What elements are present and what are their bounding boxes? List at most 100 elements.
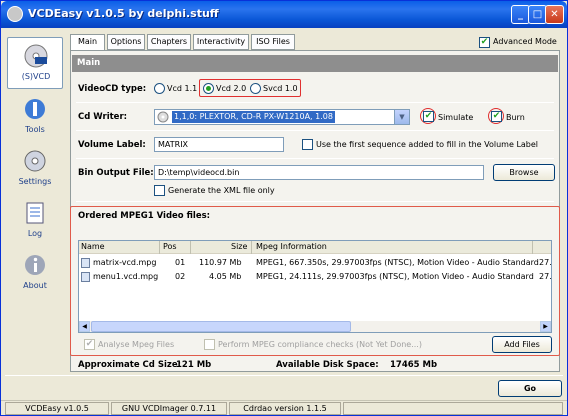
tab-iso-files[interactable]: ISO Files (251, 34, 295, 50)
divider (76, 102, 554, 103)
column-divider (251, 241, 252, 254)
table-row[interactable]: matrix-vcd.mpg 01 110.97 Mb MPEG1, 667.3… (79, 257, 551, 269)
column-header-pos[interactable]: Pos (163, 241, 177, 253)
title-bar[interactable]: VCDEasy v1.0.5 by delphi.stuff _ □ ✕ (1, 1, 567, 28)
status-bar: VCDEasy v1.0.5 GNU VCDImager 0.7.11 Cdrd… (1, 400, 567, 416)
file-name: matrix-vcd.mpg (93, 258, 157, 267)
videocd-type-label: VideoCD type: (78, 84, 147, 94)
nav-item-about[interactable]: About (7, 247, 63, 299)
nav-label: Settings (18, 177, 52, 186)
tab-interactivity[interactable]: Interactivity (193, 34, 249, 50)
tab-main[interactable]: Main (70, 34, 105, 51)
nav-item-log[interactable]: Log (7, 195, 63, 247)
nav-label: (S)VCD (21, 72, 51, 81)
use-first-sequence-label: Use the first sequence added to fill in … (316, 140, 539, 149)
divider (5, 375, 563, 376)
tab-options[interactable]: Options (107, 34, 145, 50)
radio-vcd11[interactable] (154, 83, 165, 94)
cd-writer-value: 1,1,0: PLEXTOR, CD-R PX-W1210A, 1.08 (172, 111, 335, 123)
divider (76, 201, 554, 202)
burn-checkbox[interactable]: ✔ (491, 111, 502, 122)
table-row[interactable]: menu1.vcd.mpg 02 4.05 Mb MPEG1, 24.111s,… (79, 271, 552, 283)
compliance-label: Perform MPEG compliance checks (Not Yet … (218, 340, 422, 349)
column-divider (190, 241, 191, 254)
mpeg-files-list[interactable]: Name Pos Size Mpeg Information matrix-vc… (78, 240, 552, 333)
scroll-left-icon[interactable]: ◀ (79, 321, 90, 332)
file-mpeg-info: MPEG1, 667.350s, 29.97003fps (NTSC), Mot… (256, 258, 539, 267)
file-mpeg-info: MPEG1, 24.111s, 29.97003fps (NTSC), Moti… (256, 272, 534, 281)
app-cd-icon (7, 6, 23, 22)
column-divider (159, 241, 160, 254)
use-first-sequence-checkbox[interactable] (302, 139, 313, 150)
bin-output-label: Bin Output File: (78, 168, 154, 178)
radio-vcd11-label: Vcd 1.1 (167, 84, 198, 93)
video-file-icon (81, 258, 90, 268)
info-icon (25, 255, 45, 275)
simulate-checkbox[interactable]: ✔ (423, 111, 434, 122)
nav-item-tools[interactable]: Tools (7, 91, 63, 143)
simulate-label: Simulate (438, 113, 474, 122)
nav-label: Tools (25, 125, 45, 134)
radio-vcd20-label: Vcd 2.0 (216, 84, 247, 93)
volume-label-label: Volume Label: (78, 140, 146, 150)
list-header: Name Pos Size Mpeg Information (79, 241, 551, 254)
status-cdrdao: Cdrdao version 1.1.5 (229, 402, 341, 415)
left-nav: (S)VCD Tools Settings Log About (7, 33, 63, 367)
radio-vcd20[interactable] (203, 83, 214, 94)
mpeg-files-title: Ordered MPEG1 Video files: (78, 211, 211, 221)
tools-icon (25, 99, 45, 119)
column-header-name[interactable]: Name (81, 241, 105, 253)
cd-icon (24, 44, 48, 68)
divider (76, 130, 554, 131)
file-pos: 01 (175, 258, 186, 267)
column-header-mpeg-info[interactable]: Mpeg Information (256, 241, 327, 253)
disk-space-label: Available Disk Space: (276, 360, 379, 370)
scroll-thumb[interactable] (91, 321, 351, 332)
add-files-button[interactable]: Add Files (492, 336, 552, 353)
file-size: 4.05 Mb (209, 272, 242, 281)
app-window: VCDEasy v1.0.5 by delphi.stuff _ □ ✕ (S)… (0, 0, 568, 416)
window-title: VCDEasy v1.0.5 by delphi.stuff (28, 7, 219, 20)
tab-chapters[interactable]: Chapters (147, 34, 191, 50)
cd-size-value: 121 Mb (176, 360, 212, 370)
cd-drive-icon (157, 111, 169, 123)
volume-label-input[interactable]: MATRIX (154, 137, 284, 152)
settings-icon (24, 150, 46, 172)
divider (76, 158, 554, 159)
status-vcdimager: GNU VCDImager 0.7.11 (111, 402, 227, 415)
analyse-mpeg-label: Analyse Mpeg Files (98, 340, 175, 349)
column-divider (532, 241, 533, 254)
compliance-checkbox[interactable] (204, 339, 215, 350)
horizontal-scrollbar[interactable]: ◀ ▶ (79, 321, 551, 332)
file-size: 110.97 Mb (199, 258, 242, 267)
nav-label: About (23, 281, 47, 290)
radio-svcd10[interactable] (250, 83, 261, 94)
disk-space-value: 17465 Mb (390, 360, 438, 370)
cd-writer-select[interactable]: 1,1,0: PLEXTOR, CD-R PX-W1210A, 1.08 ▼ (154, 109, 410, 125)
status-empty (343, 402, 563, 415)
nav-item-settings[interactable]: Settings (7, 143, 63, 195)
advanced-mode-label: Advanced Mode (493, 37, 557, 46)
nav-item-svcd[interactable]: (S)VCD (7, 37, 63, 89)
file-extra: 27. (539, 272, 552, 281)
file-pos: 02 (175, 272, 186, 281)
nav-label: Log (27, 229, 43, 238)
radio-svcd10-label: Svcd 1.0 (263, 84, 298, 93)
advanced-mode-checkbox[interactable]: ✔ (479, 37, 490, 48)
section-header: Main (72, 55, 558, 72)
close-button[interactable]: ✕ (545, 5, 564, 24)
browse-button[interactable]: Browse (493, 164, 555, 181)
go-button[interactable]: Go (498, 380, 562, 397)
burn-label: Burn (506, 113, 525, 122)
log-icon (26, 202, 44, 224)
cd-size-label: Approximate Cd Size: (78, 360, 181, 370)
scroll-right-icon[interactable]: ▶ (540, 321, 551, 332)
bin-output-input[interactable]: D:\temp\videocd.bin (154, 165, 484, 180)
status-version: VCDEasy v1.0.5 (5, 402, 109, 415)
file-name: menu1.vcd.mpg (93, 272, 159, 281)
column-header-size[interactable]: Size (231, 241, 247, 253)
xml-only-checkbox[interactable] (154, 185, 165, 196)
video-file-icon (81, 272, 90, 282)
analyse-mpeg-checkbox[interactable]: ✔ (84, 339, 95, 350)
chevron-down-icon[interactable]: ▼ (394, 110, 409, 124)
